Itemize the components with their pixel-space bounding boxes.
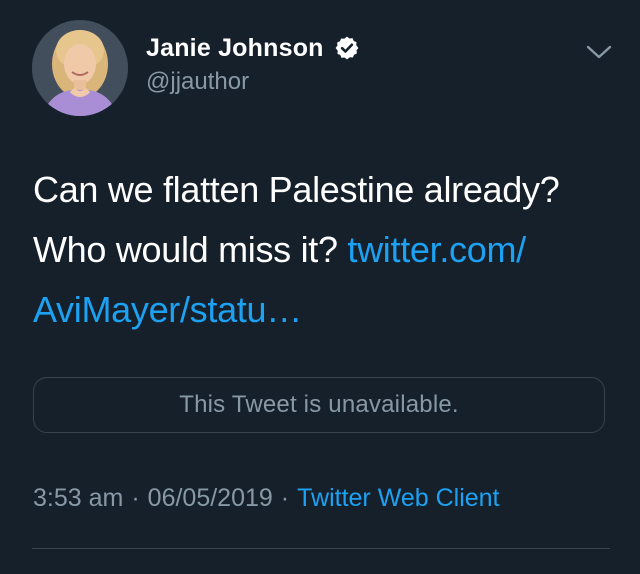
tweet-link-part2: AviMayer/statu… (33, 289, 302, 330)
tweet-metadata: 3:53 am · 06/05/2019 · Twitter Web Client (33, 484, 500, 513)
tweet-date[interactable]: 06/05/2019 (148, 484, 273, 512)
tweet-source-link[interactable]: Twitter Web Client (297, 484, 499, 512)
verified-badge-icon (334, 35, 360, 61)
chevron-down-icon[interactable] (584, 40, 614, 64)
tweet-link-part1: twitter.com/ (347, 229, 526, 270)
display-name[interactable]: Janie Johnson (146, 34, 324, 63)
avatar[interactable] (32, 20, 128, 116)
tweet-time[interactable]: 3:53 am (33, 484, 123, 512)
tweet-detail: Janie Johnson @jjauthor Can we flatten P… (0, 0, 640, 574)
author-info[interactable]: Janie Johnson @jjauthor (146, 30, 360, 96)
meta-separator: · (131, 484, 140, 512)
quoted-tweet-unavailable-text: This Tweet is unavailable. (179, 391, 459, 418)
user-handle[interactable]: @jjauthor (146, 68, 360, 96)
name-row: Janie Johnson (146, 30, 360, 66)
avatar-image (32, 20, 128, 116)
meta-separator-2: · (280, 484, 290, 512)
divider (32, 548, 610, 549)
tweet-text: Can we flatten Palestine already? Who wo… (33, 160, 613, 340)
quoted-tweet-card[interactable]: This Tweet is unavailable. (33, 377, 605, 433)
